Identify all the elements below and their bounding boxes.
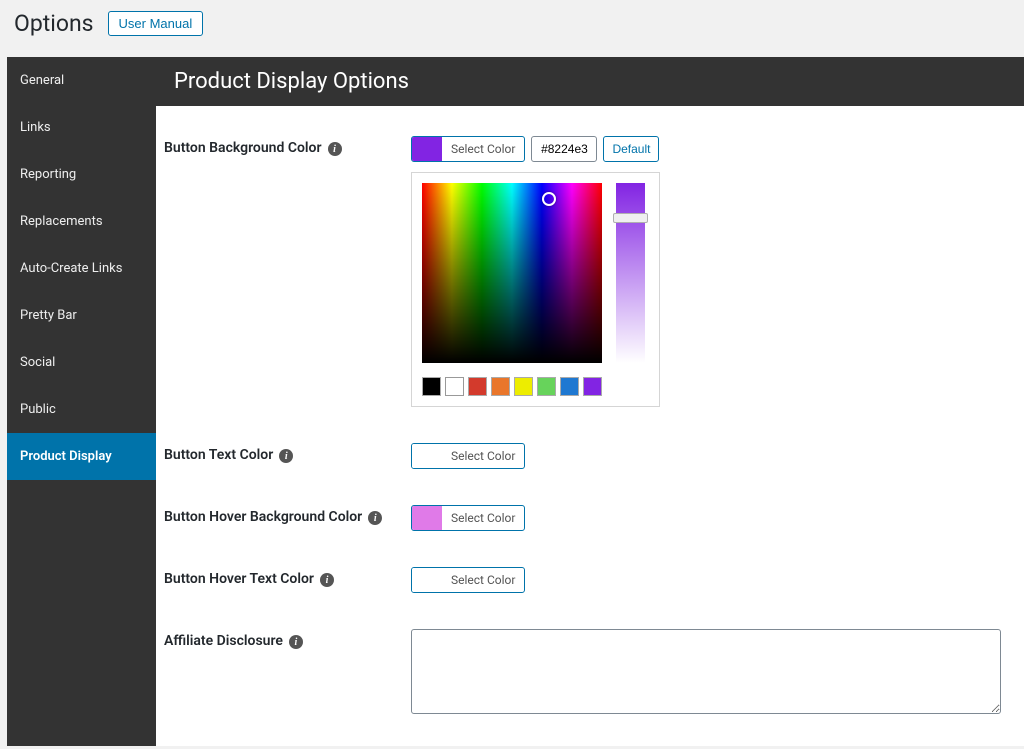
sidebar-item-pretty-bar[interactable]: Pretty Bar <box>7 292 156 339</box>
page-header: Options User Manual <box>0 0 1024 57</box>
color-preset[interactable] <box>514 377 533 396</box>
color-swatch <box>412 444 442 468</box>
color-gradient[interactable] <box>422 183 602 363</box>
color-preset[interactable] <box>537 377 556 396</box>
sidebar-item-reporting[interactable]: Reporting <box>7 151 156 198</box>
select-color-button[interactable]: Select Color <box>411 136 525 162</box>
label-text: Button Hover Text Color <box>164 571 314 587</box>
label-text: Button Text Color <box>164 447 273 463</box>
user-manual-button[interactable]: User Manual <box>108 11 204 36</box>
preset-row <box>422 377 649 396</box>
lightness-slider[interactable] <box>616 183 645 363</box>
info-icon[interactable]: i <box>368 511 382 525</box>
sidebar-item-replacements[interactable]: Replacements <box>7 198 156 245</box>
content-area: Product Display Options Button Backgroun… <box>156 57 1024 746</box>
info-icon[interactable]: i <box>279 449 293 463</box>
setting-button-hover-bg: Button Hover Background Color i Select C… <box>156 497 1024 559</box>
setting-label: Button Background Color i <box>156 136 411 407</box>
slider-handle[interactable] <box>613 213 648 223</box>
content-title: Product Display Options <box>156 57 1024 106</box>
color-picker-panel <box>411 172 660 407</box>
select-color-button[interactable]: Select Color <box>411 505 525 531</box>
color-preset[interactable] <box>468 377 487 396</box>
label-text: Button Hover Background Color <box>164 509 362 525</box>
label-text: Button Background Color <box>164 140 322 156</box>
label-text: Affiliate Disclosure <box>164 633 283 649</box>
setting-label: Button Hover Text Color i <box>156 567 411 593</box>
info-icon[interactable]: i <box>289 635 303 649</box>
setting-button-bg: Button Background Color i Select Color D… <box>156 128 1024 435</box>
color-preset[interactable] <box>422 377 441 396</box>
setting-button-text: Button Text Color i Select Color <box>156 435 1024 497</box>
color-swatch <box>412 568 442 592</box>
info-icon[interactable]: i <box>328 142 342 156</box>
sidebar-item-links[interactable]: Links <box>7 104 156 151</box>
default-button[interactable]: Default <box>603 136 659 162</box>
hex-input[interactable] <box>531 136 597 162</box>
color-swatch <box>412 137 442 161</box>
sidebar-item-product-display[interactable]: Product Display <box>7 433 156 480</box>
color-swatch <box>412 506 442 530</box>
setting-button-hover-text: Button Hover Text Color i Select Color <box>156 559 1024 621</box>
sidebar-item-public[interactable]: Public <box>7 386 156 433</box>
settings-sidebar: GeneralLinksReportingReplacementsAuto-Cr… <box>7 57 156 746</box>
sidebar-item-social[interactable]: Social <box>7 339 156 386</box>
color-preset[interactable] <box>583 377 602 396</box>
setting-label: Button Text Color i <box>156 443 411 469</box>
sidebar-item-auto-create-links[interactable]: Auto-Create Links <box>7 245 156 292</box>
color-preset[interactable] <box>445 377 464 396</box>
page-title: Options <box>14 10 94 37</box>
info-icon[interactable]: i <box>320 573 334 587</box>
sidebar-item-general[interactable]: General <box>7 57 156 104</box>
select-color-button[interactable]: Select Color <box>411 567 525 593</box>
select-color-button[interactable]: Select Color <box>411 443 525 469</box>
color-preset[interactable] <box>560 377 579 396</box>
color-preset[interactable] <box>491 377 510 396</box>
setting-label: Affiliate Disclosure i <box>156 629 411 718</box>
gradient-cursor[interactable] <box>542 192 556 206</box>
setting-label: Button Hover Background Color i <box>156 505 411 531</box>
affiliate-disclosure-textarea[interactable] <box>411 629 1001 714</box>
setting-affiliate-disclosure: Affiliate Disclosure i <box>156 621 1024 746</box>
